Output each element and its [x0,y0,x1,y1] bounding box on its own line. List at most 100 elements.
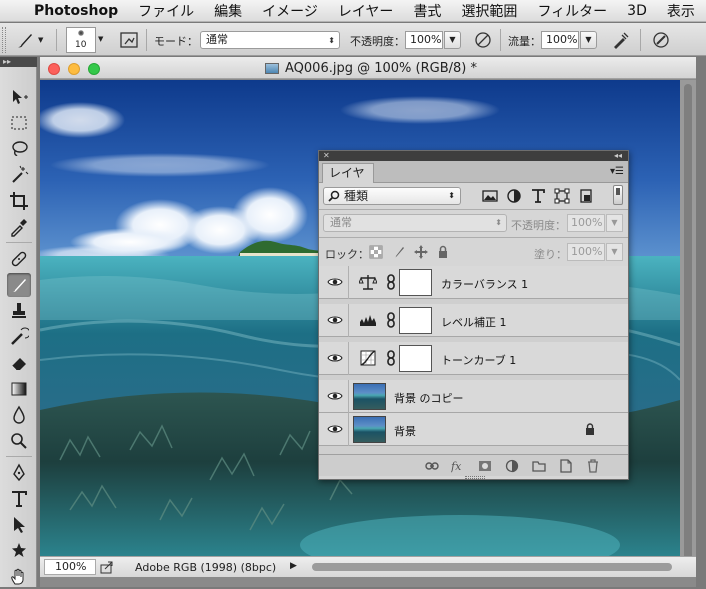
layer-name[interactable]: トーンカーブ 1 [441,352,516,368]
pressure-opacity-icon[interactable] [472,29,494,51]
marquee-tool[interactable] [7,111,31,135]
magic-wand-tool[interactable] [7,163,31,187]
opacity-input[interactable]: 100% [405,31,443,49]
pressure-size-icon[interactable] [650,29,672,51]
layer-opacity-slider-button[interactable]: ▼ [606,214,623,232]
dodge-tool[interactable] [7,429,31,453]
eraser-tool[interactable] [7,351,31,375]
lock-position-icon[interactable] [414,245,428,259]
gradient-tool[interactable] [7,377,31,401]
visibility-eye-icon[interactable] [327,423,343,435]
layer-name[interactable]: カラーバランス 1 [441,276,528,292]
lock-image-pixels-icon[interactable] [391,245,405,259]
layer-mask-thumbnail[interactable] [399,307,432,334]
lock-all-icon[interactable] [436,245,450,259]
opacity-slider-button[interactable]: ▼ [444,31,461,49]
zoom-window-button[interactable] [88,63,100,75]
menu-image[interactable]: イメージ [262,1,318,21]
lock-transparent-pixels-icon[interactable] [369,245,383,259]
layer-name[interactable]: レベル補正 1 [441,314,507,330]
options-grip[interactable] [2,27,6,53]
menu-type[interactable]: 書式 [413,1,441,21]
flow-slider-button[interactable]: ▼ [580,31,597,49]
link-chain-icon[interactable] [387,350,395,366]
layer-style-fx-icon[interactable]: fx [451,459,465,473]
vertical-scroll-thumb[interactable] [684,84,692,562]
menu-file[interactable]: ファイル [138,1,194,21]
visibility-eye-icon[interactable] [327,276,343,288]
menu-filter[interactable]: フィルター [537,1,607,21]
menu-3d[interactable]: 3D [627,3,647,19]
airbrush-icon[interactable] [610,29,632,51]
new-group-folder-icon[interactable] [532,459,546,473]
tools-panel-header[interactable]: ▸▸ [0,57,37,67]
document-titlebar[interactable]: AQ006.jpg @ 100% (RGB/8) * [40,57,696,79]
add-mask-icon[interactable] [478,459,492,473]
layers-panel-header[interactable]: ✕ ◂◂ [319,151,628,161]
layer-row-background-copy[interactable]: 背景 のコピー [319,380,628,413]
history-brush-tool[interactable] [7,325,31,349]
link-layers-icon[interactable] [425,459,439,473]
layer-mask-thumbnail[interactable] [399,345,432,372]
visibility-eye-icon[interactable] [327,314,343,326]
blur-tool[interactable] [7,403,31,427]
lasso-tool[interactable] [7,137,31,161]
link-chain-icon[interactable] [387,312,395,328]
filter-toggle-switch[interactable] [613,185,623,205]
tab-layers[interactable]: レイヤー [322,163,374,198]
layer-thumbnail[interactable] [353,416,386,443]
menu-edit[interactable]: 編集 [214,1,242,21]
layer-thumbnail[interactable] [353,383,386,410]
move-tool[interactable] [7,85,31,109]
horizontal-scroll-thumb[interactable] [312,563,672,571]
healing-brush-tool[interactable] [7,247,31,271]
menu-select[interactable]: 選択範囲 [461,1,517,21]
hand-tool[interactable] [7,565,31,589]
filter-kind-select[interactable]: 種類 ⬍ [323,187,461,205]
pen-tool[interactable] [7,461,31,485]
fill-input[interactable]: 100% [567,243,605,261]
panel-resize-grip[interactable] [465,476,485,479]
menu-layer[interactable]: レイヤー [338,1,394,21]
type-layer-filter-icon[interactable] [530,188,546,204]
minimize-window-button[interactable] [68,63,80,75]
app-menu[interactable]: Photoshop [34,3,118,19]
close-window-button[interactable] [48,63,60,75]
layer-name[interactable]: 背景 [394,423,416,439]
zoom-level-field[interactable]: 100% [44,559,96,575]
layer-mask-thumbnail[interactable] [399,269,432,296]
new-adjustment-layer-icon[interactable] [505,459,519,473]
visibility-eye-icon[interactable] [327,352,343,364]
panel-menu-icon[interactable]: ▾☰ [610,166,624,177]
layer-row-curves[interactable]: トーンカーブ 1 [319,342,628,375]
shape-tool[interactable] [7,539,31,563]
brush-picker-arrow-icon[interactable]: ▼ [98,35,103,43]
blend-mode-select[interactable]: 通常 ⬍ [323,214,507,232]
layer-row-background[interactable]: 背景 [319,413,628,446]
layer-row-color-balance[interactable]: カラーバランス 1 [319,266,628,299]
delete-layer-trash-icon[interactable] [586,459,600,473]
menu-view[interactable]: 表示 [667,1,695,21]
brush-size-picker[interactable]: 10 [66,27,96,53]
vertical-scrollbar[interactable] [680,80,696,566]
collapse-panel-icon[interactable]: ◂◂ [614,151,622,161]
brush-panel-toggle-icon[interactable] [118,29,140,51]
fill-slider-button[interactable]: ▼ [606,243,623,261]
close-panel-icon[interactable]: ✕ [323,151,330,161]
clone-stamp-tool[interactable] [7,299,31,323]
share-icon[interactable] [100,560,114,574]
flow-input[interactable]: 100% [541,31,579,49]
pixel-layer-filter-icon[interactable] [482,188,498,204]
type-tool[interactable] [7,487,31,511]
layer-row-levels[interactable]: レベル補正 1 [319,304,628,337]
eyedropper-tool[interactable] [7,215,31,239]
path-selection-tool[interactable] [7,513,31,537]
shape-layer-filter-icon[interactable] [554,188,570,204]
crop-tool[interactable] [7,189,31,213]
preset-dropdown-arrow-icon[interactable]: ▼ [38,36,43,44]
layer-opacity-input[interactable]: 100% [567,214,605,232]
status-menu-arrow-icon[interactable]: ▶ [290,561,297,571]
link-chain-icon[interactable] [387,274,395,290]
mode-select[interactable]: 通常 ⬍ [200,31,340,49]
adjustment-layer-filter-icon[interactable] [506,188,522,204]
